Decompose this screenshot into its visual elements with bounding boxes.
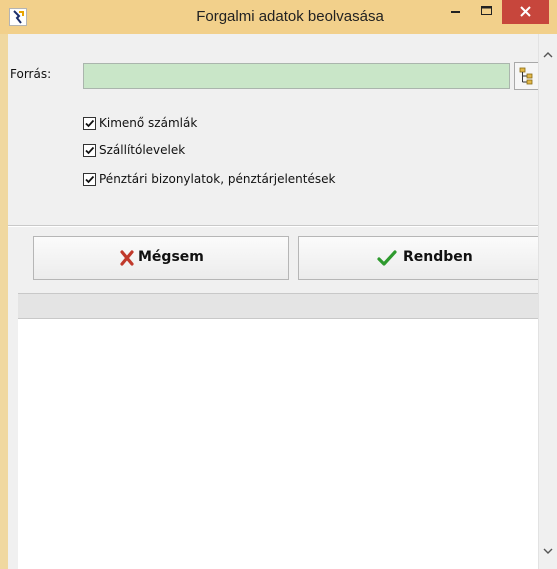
- source-label: Forrás:: [10, 67, 52, 81]
- chevron-up-icon: [543, 52, 553, 58]
- check-icon: [85, 119, 95, 128]
- checkbox[interactable]: [83, 173, 96, 186]
- ok-button[interactable]: Rendben: [298, 236, 538, 280]
- checkbox[interactable]: [83, 144, 96, 157]
- results-area[interactable]: [18, 319, 538, 569]
- chevron-down-icon: [543, 548, 553, 554]
- option-cash-documents[interactable]: Pénztári bizonylatok, pénztárjelentések: [83, 171, 383, 189]
- browse-button[interactable]: [514, 62, 538, 90]
- dialog-window: Forgalmi adatok beolvasása Forrás: Kimen…: [0, 0, 557, 569]
- scroll-down-button[interactable]: [539, 542, 557, 560]
- checkbox-label: Szállítólevelek: [99, 143, 186, 157]
- close-icon: [520, 6, 531, 17]
- folder-tree-icon: [519, 67, 533, 85]
- scroll-up-button[interactable]: [539, 46, 557, 64]
- title-bar[interactable]: Forgalmi adatok beolvasása: [0, 0, 557, 34]
- results-header: [18, 293, 538, 319]
- red-x-icon: [120, 250, 134, 266]
- check-icon: [85, 175, 95, 184]
- vertical-scrollbar[interactable]: [538, 34, 557, 569]
- option-delivery-notes[interactable]: Szállítólevelek: [83, 142, 383, 160]
- separator: [8, 226, 538, 227]
- window-title: Forgalmi adatok beolvasása: [196, 8, 384, 25]
- close-button[interactable]: [502, 0, 549, 24]
- green-check-icon: [377, 250, 397, 266]
- app-icon[interactable]: [9, 8, 27, 26]
- checkbox-label: Kimenő számlák: [99, 116, 198, 130]
- maximize-button[interactable]: [472, 0, 501, 24]
- ok-button-label: Rendben: [403, 249, 473, 265]
- checkbox-label: Pénztári bizonylatok, pénztárjelentések: [99, 172, 336, 186]
- check-icon: [85, 146, 95, 155]
- option-outgoing-invoices[interactable]: Kimenő számlák: [83, 115, 383, 133]
- minimize-icon: [451, 11, 460, 13]
- maximize-icon: [481, 6, 492, 15]
- cancel-button-label: Mégsem: [138, 249, 204, 265]
- checkbox[interactable]: [83, 117, 96, 130]
- cancel-button[interactable]: Mégsem: [33, 236, 289, 280]
- minimize-button[interactable]: [441, 0, 470, 24]
- dialog-body: Forrás: Kimenő számlák Szállítólevelek P…: [8, 34, 538, 569]
- source-input[interactable]: [83, 63, 510, 89]
